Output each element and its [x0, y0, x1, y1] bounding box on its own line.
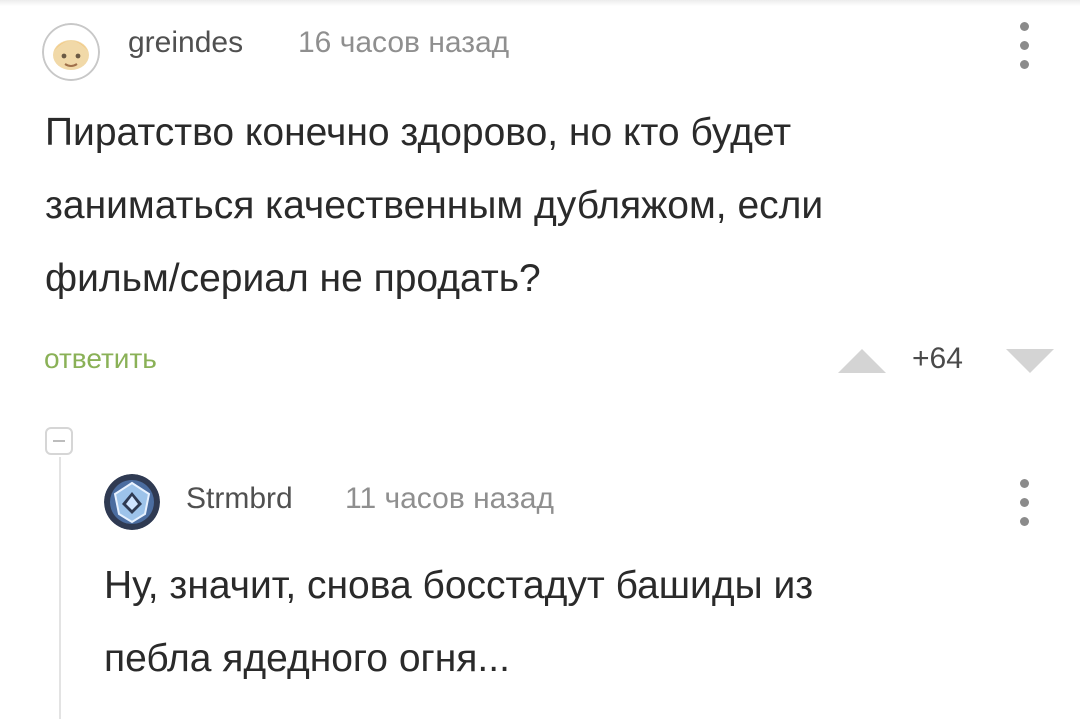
thread-branch-line[interactable] [59, 457, 61, 719]
avatar[interactable] [42, 23, 100, 81]
comment-username[interactable]: greindes [128, 26, 243, 60]
comment-timestamp: 11 часов назад [345, 482, 554, 515]
comment-text: Пиратство конечно здорово, но кто будет … [45, 96, 823, 315]
comment-text-line: Пиратство конечно здорово, но кто будет [45, 111, 792, 154]
more-vertical-icon[interactable] [1017, 479, 1031, 536]
comment-timestamp: 16 часов назад [298, 26, 510, 59]
reply-button[interactable]: ответить [44, 343, 157, 375]
comment-username[interactable]: Strmbrd [186, 482, 293, 516]
top-edge-shadow [0, 0, 1080, 6]
downvote-triangle-icon[interactable] [1004, 347, 1056, 380]
upvote-triangle-icon[interactable] [836, 347, 888, 380]
collapse-thread-icon[interactable] [44, 426, 74, 456]
comment-text-line: фильм/сериал не продать? [45, 257, 541, 300]
comment-text-line: заниматься качественным дубляжом, если [45, 184, 824, 227]
comment-text-line: Ну, значит, снова босстадут башиды из [104, 564, 814, 607]
more-vertical-icon[interactable] [1017, 22, 1031, 79]
comment-text-line: пебла ядедного огня... [104, 637, 510, 680]
comment-text: Ну, значит, снова босстадут башиды из пе… [104, 549, 813, 695]
rating-value: +64 [912, 342, 963, 375]
avatar[interactable] [104, 474, 160, 530]
